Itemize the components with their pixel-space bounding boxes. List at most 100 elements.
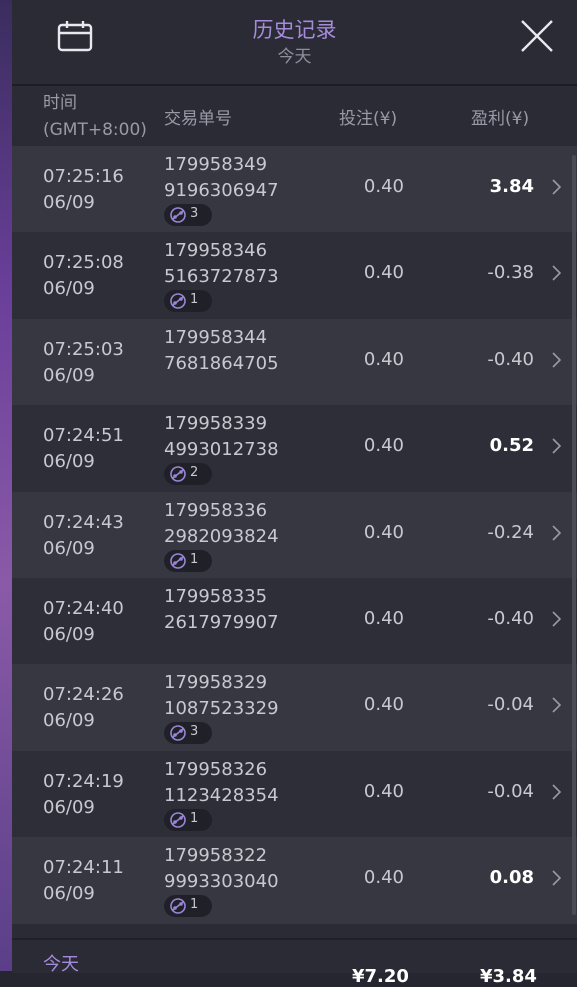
row-order-part2: 1123428354 (164, 784, 279, 806)
free-spin-badge: 1 (164, 895, 212, 918)
row-bet: 0.40 (363, 780, 404, 802)
row-date-value: 06/09 (43, 710, 95, 732)
history-list: 07:25:16 06/09 179958349 9196306947 3 0.40 3.8… (12, 146, 577, 924)
row-time-value: 07:25:08 (43, 252, 124, 274)
row-time-value: 07:24:43 (43, 511, 124, 533)
row-date-value: 06/09 (43, 537, 95, 559)
close-icon[interactable] (519, 18, 555, 54)
free-spin-badge: 2 (164, 463, 212, 486)
row-order: 179958326 1123428354 (164, 757, 279, 809)
row-time-value: 07:24:19 (43, 770, 124, 792)
table-row[interactable]: 07:24:19 06/09 179958326 1123428354 1 0.40 -0.… (12, 750, 577, 838)
spin-icon (170, 725, 186, 742)
footer-total-bet: ¥7.20 (352, 966, 409, 987)
footer-label: 今天 (43, 954, 79, 975)
table-row[interactable]: 07:24:43 06/09 179958336 2982093824 1 0.40 -0.… (12, 491, 577, 578)
table-row[interactable]: 07:25:03 06/09 179958344 7681864705 0.40 -0.4… (12, 318, 577, 406)
column-header: 时间 (GMT+8:00) 交易单号 投注(¥) 盈利(¥) (12, 86, 577, 146)
row-bet: 0.40 (363, 176, 404, 197)
scrollbar[interactable] (572, 155, 576, 915)
row-order-part2: 2617979907 (164, 611, 279, 633)
footer-total-profit: ¥3.84 (480, 966, 537, 987)
row-bet: 0.40 (363, 694, 404, 716)
row-profit: 3.84 (489, 176, 534, 197)
table-row[interactable]: 07:25:16 06/09 179958349 9196306947 3 0.40 3.8… (12, 146, 577, 233)
row-order-part2: 9993303040 (164, 871, 279, 893)
row-order-part1: 179958326 (164, 758, 268, 780)
free-spin-badge: 1 (164, 290, 212, 313)
chevron-right-icon (552, 352, 561, 368)
row-date-value: 06/09 (43, 883, 95, 905)
column-time-zone: (GMT+8:00) (43, 120, 147, 140)
row-order-part2: 2982093824 (164, 525, 279, 547)
row-date-value: 06/09 (43, 192, 95, 213)
column-order: 交易单号 (164, 109, 232, 129)
chevron-right-icon (552, 524, 561, 541)
badge-count: 3 (190, 724, 199, 740)
spin-icon (170, 466, 186, 482)
row-time: 07:24:26 06/09 (43, 682, 124, 734)
row-order-part1: 179958335 (164, 585, 268, 607)
table-row[interactable]: 07:24:40 06/09 179958335 2617979907 0.40 -0.4… (12, 577, 577, 665)
row-profit: 0.52 (489, 435, 534, 457)
row-time: 07:24:51 06/09 (43, 423, 124, 475)
table-row[interactable]: 07:24:26 06/09 179958329 1087523329 3 0.40 -0.… (12, 664, 577, 751)
spin-icon (170, 898, 186, 914)
chevron-right-icon (552, 611, 561, 627)
row-time: 07:24:40 06/09 (43, 596, 124, 648)
row-bet: 0.40 (363, 262, 404, 284)
chevron-right-icon (552, 870, 561, 886)
badge-count: 2 (190, 465, 199, 481)
row-order-part1: 179958344 (164, 326, 268, 348)
row-order-part2: 4993012738 (164, 439, 279, 461)
row-profit: -0.40 (487, 607, 534, 629)
row-order-part1: 179958349 (164, 154, 268, 175)
row-date-value: 06/09 (43, 364, 95, 386)
row-order: 179958346 5163727873 (164, 238, 279, 290)
row-order-part2: 1087523329 (164, 698, 279, 720)
column-time-label: 时间 (43, 93, 77, 113)
row-date-value: 06/09 (43, 623, 95, 645)
table-row[interactable]: 07:24:51 06/09 179958339 4993012738 2 0.40 0.5… (12, 405, 577, 492)
history-panel: 历史记录 今天 时间 (GMT+8:00) 交易单号 投注(¥) 盈利(¥) 0… (12, 0, 577, 987)
row-time-value: 07:24:51 (43, 425, 124, 447)
row-profit: -0.38 (487, 262, 534, 284)
row-order: 179958336 2982093824 (164, 498, 279, 550)
row-time-value: 07:24:11 (43, 857, 124, 879)
page-subtitle: 今天 (277, 47, 312, 67)
badge-count: 1 (190, 897, 199, 913)
row-date-value: 06/09 (43, 451, 95, 473)
badge-count: 1 (190, 551, 199, 567)
row-order: 179958329 1087523329 (164, 670, 279, 722)
row-order-part2: 9196306947 (164, 180, 279, 201)
row-profit: -0.24 (487, 521, 534, 543)
row-time: 07:25:03 06/09 (43, 337, 124, 389)
spin-icon (170, 811, 186, 828)
free-spin-badge: 3 (164, 722, 212, 745)
spin-icon (170, 207, 186, 223)
free-spin-badge: 3 (164, 204, 212, 226)
row-profit: -0.04 (487, 694, 534, 716)
row-order-part1: 179958339 (164, 413, 268, 435)
row-bet: 0.40 (363, 435, 404, 457)
chevron-right-icon (552, 179, 561, 195)
chevron-right-icon (552, 265, 561, 281)
row-order-part1: 179958346 (164, 240, 268, 262)
table-row[interactable]: 07:25:08 06/09 179958346 5163727873 1 0.40 -0.… (12, 232, 577, 319)
row-order: 179958344 7681864705 (164, 325, 279, 377)
header: 历史记录 今天 (12, 0, 577, 86)
badge-count: 3 (190, 206, 199, 221)
row-date-value: 06/09 (43, 796, 95, 818)
row-order: 179958339 4993012738 (164, 411, 279, 463)
row-time-value: 07:25:03 (43, 338, 124, 360)
row-time: 07:24:11 06/09 (43, 855, 124, 907)
chevron-right-icon (552, 697, 561, 713)
row-time: 07:24:43 06/09 (43, 510, 124, 562)
row-time: 07:25:08 06/09 (43, 250, 124, 302)
row-order-part2: 7681864705 (164, 352, 279, 374)
row-order: 179958322 9993303040 (164, 843, 279, 895)
table-row[interactable]: 07:24:11 06/09 179958322 9993303040 1 0.40 0.0… (12, 837, 577, 924)
row-profit: 0.08 (489, 867, 534, 889)
row-order: 179958335 2617979907 (164, 584, 279, 636)
row-time-value: 07:24:26 (43, 684, 124, 706)
